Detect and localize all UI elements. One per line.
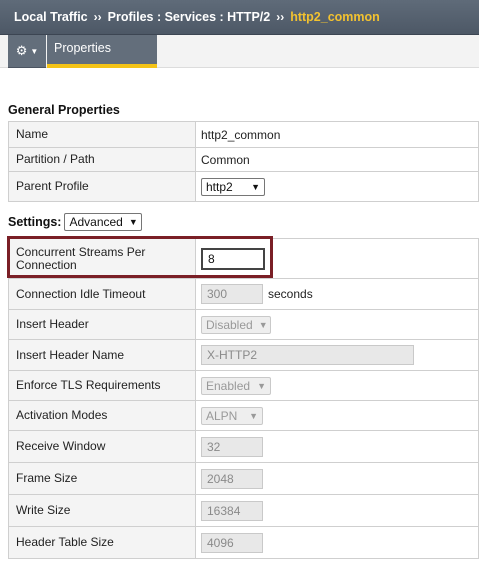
table-row: Concurrent Streams Per Connection 8 — [8, 238, 479, 279]
concurrent-streams-input[interactable]: 8 — [201, 247, 265, 270]
idle-timeout-input[interactable]: 300 — [201, 284, 263, 304]
table-row: Name http2_common — [8, 121, 479, 148]
options-menu-button[interactable]: ⚙ ▼ — [8, 35, 46, 68]
header-table-size-input[interactable]: 4096 — [201, 532, 263, 553]
chevron-down-icon: ▼ — [258, 319, 268, 330]
breadcrumb-local-traffic[interactable]: Local Traffic — [14, 10, 88, 24]
tab-label: Properties — [54, 41, 111, 55]
enforce-tls-select[interactable]: Enabled ▼ — [201, 376, 271, 395]
breadcrumb-separator: ›› — [93, 10, 102, 24]
chevron-down-icon: ▼ — [251, 181, 260, 192]
settings-mode-select[interactable]: Advanced ▼ — [64, 213, 143, 231]
frame-size-input[interactable]: 2048 — [201, 468, 263, 489]
insert-header-name-input[interactable]: X-HTTP2 — [201, 345, 414, 365]
table-row: Partition / Path Common — [8, 147, 479, 172]
concurrent-streams-label: Concurrent Streams Per Connection — [8, 238, 196, 279]
table-row: Parent Profile http2 ▼ — [8, 171, 479, 202]
general-properties-table: Name http2_common Partition / Path Commo… — [8, 121, 479, 202]
gear-icon: ⚙ — [15, 43, 28, 58]
table-row: Insert Header Disabled ▼ — [8, 309, 479, 340]
tab-bar: ⚙ ▼ Properties — [0, 35, 479, 68]
activation-modes-label: Activation Modes — [8, 400, 196, 431]
section-title: General Properties — [8, 103, 120, 117]
write-size-input[interactable]: 16384 — [201, 500, 263, 521]
insert-header-label: Insert Header — [8, 309, 196, 340]
breadcrumb-profiles[interactable]: Profiles : Services : HTTP/2 — [108, 10, 271, 24]
chevron-down-icon: ▼ — [30, 46, 39, 56]
chevron-down-icon: ▼ — [249, 410, 258, 421]
table-row: Activation Modes ALPN ▼ — [8, 400, 479, 431]
breadcrumb-separator: ›› — [276, 10, 285, 24]
table-row: Insert Header Name X-HTTP2 — [8, 339, 479, 371]
insert-header-name-label: Insert Header Name — [8, 339, 196, 371]
settings-label: Settings: — [8, 215, 62, 229]
write-size-label: Write Size — [8, 494, 196, 527]
receive-window-label: Receive Window — [8, 430, 196, 463]
settings-header: Settings: Advanced ▼ — [8, 213, 143, 231]
chevron-down-icon: ▼ — [257, 380, 266, 391]
breadcrumb: Local Traffic ›› Profiles : Services : H… — [0, 0, 479, 35]
frame-size-label: Frame Size — [8, 462, 196, 495]
partition-label: Partition / Path — [8, 147, 196, 172]
name-value: http2_common — [195, 121, 479, 148]
table-row: Receive Window 32 — [8, 430, 479, 463]
table-row: Enforce TLS Requirements Enabled ▼ — [8, 370, 479, 401]
parent-profile-label: Parent Profile — [8, 171, 196, 202]
breadcrumb-current: http2_common — [290, 10, 380, 24]
insert-header-select[interactable]: Disabled ▼ — [201, 315, 271, 334]
settings-table: Concurrent Streams Per Connection 8 Conn… — [8, 238, 479, 559]
receive-window-input[interactable]: 32 — [201, 436, 263, 457]
idle-timeout-label: Connection Idle Timeout — [8, 278, 196, 310]
table-row: Header Table Size 4096 — [8, 526, 479, 559]
name-label: Name — [8, 121, 196, 148]
enforce-tls-label: Enforce TLS Requirements — [8, 370, 196, 401]
table-row: Write Size 16384 — [8, 494, 479, 527]
partition-value: Common — [195, 147, 479, 172]
header-table-size-label: Header Table Size — [8, 526, 196, 559]
table-row: Frame Size 2048 — [8, 462, 479, 495]
parent-profile-select[interactable]: http2 ▼ — [201, 177, 265, 196]
activation-modes-select[interactable]: ALPN ▼ — [201, 406, 263, 425]
chevron-down-icon: ▼ — [128, 217, 138, 227]
idle-timeout-unit: seconds — [268, 287, 313, 301]
table-row: Connection Idle Timeout 300 seconds — [8, 278, 479, 310]
tab-properties[interactable]: Properties — [47, 35, 157, 68]
